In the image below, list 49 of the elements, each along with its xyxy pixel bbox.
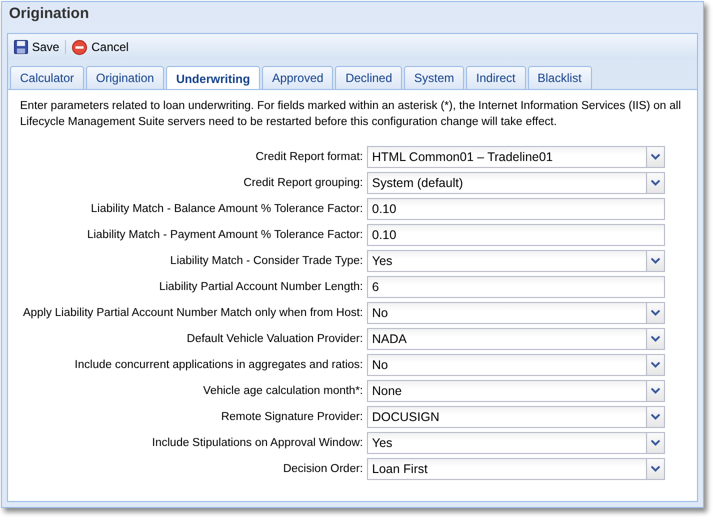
dropdown[interactable]: System (default): [367, 172, 665, 194]
caret-icon: [646, 459, 664, 479]
tab[interactable]: Indirect: [466, 66, 526, 89]
field-label: Apply Liability Partial Account Number Match only when from Host:: [22, 307, 363, 319]
toolbar-button[interactable]: Save: [12, 38, 62, 56]
field-label: Default Vehicle Valuation Provider:: [186, 333, 363, 345]
field-label: Liability Match - Consider Trade Type:: [170, 255, 363, 267]
cancel-icon: [72, 40, 88, 54]
field-label: Include Stipulations on Approval Window:: [152, 437, 363, 449]
field-label: Vehicle age calculation month*:: [203, 385, 363, 397]
field-label: Credit Report format:: [256, 151, 363, 163]
tab[interactable]: System: [404, 66, 464, 89]
dropdown[interactable]: None: [367, 380, 665, 402]
dropdown[interactable]: DOCUSIGN: [367, 406, 665, 428]
caret-icon: [646, 381, 664, 401]
tab[interactable]: Approved: [262, 66, 334, 89]
tab[interactable]: Declined: [335, 66, 402, 89]
dropdown[interactable]: NADA: [367, 328, 665, 350]
field-label: Remote Signature Provider:: [221, 411, 363, 423]
caret-icon: [646, 303, 664, 323]
caret-icon: [646, 147, 664, 167]
caret-icon: [646, 407, 664, 427]
tab[interactable]: Origination: [86, 66, 164, 89]
dropdown[interactable]: Loan First: [367, 458, 665, 480]
caret-icon: [646, 251, 664, 271]
window-title: Origination: [8, 4, 90, 24]
tab[interactable]: Blacklist: [528, 66, 592, 89]
caret-icon: [646, 433, 664, 453]
tab[interactable]: Calculator: [10, 66, 84, 89]
field-label: Liability Partial Account Number Length:: [159, 281, 363, 293]
caret-icon: [646, 355, 664, 375]
caret-icon: [646, 329, 664, 349]
input-field[interactable]: 0.10: [367, 224, 665, 246]
field-label: Decision Order:: [283, 463, 363, 475]
dropdown[interactable]: Yes: [367, 432, 665, 454]
input-field[interactable]: 6: [367, 276, 665, 298]
tab[interactable]: Underwriting: [166, 66, 260, 90]
field-label: Credit Report grouping:: [243, 177, 363, 189]
field-label: Include concurrent applications in aggregates and ratios:: [74, 359, 363, 371]
description-text: Enter parameters related to loan underwriting. For fields marked within an asterisk (*), the Internet Information Services (IIS) on all Lifecycle Management Suite servers need to be restarted before this configuration change will take effect.: [20, 99, 682, 130]
dropdown[interactable]: No: [367, 354, 665, 376]
field-label: Liability Match - Payment Amount % Tolerance Factor:: [87, 229, 363, 241]
input-field[interactable]: 0.10: [367, 198, 665, 220]
field-label: Liability Match - Balance Amount % Tolerance Factor:: [90, 203, 363, 215]
dropdown[interactable]: HTML Common01 – Tradeline01: [367, 146, 665, 168]
toolbar-button[interactable]: Cancel: [70, 38, 131, 56]
dropdown[interactable]: Yes: [367, 250, 665, 272]
caret-icon: [646, 173, 664, 193]
dropdown[interactable]: No: [367, 302, 665, 324]
